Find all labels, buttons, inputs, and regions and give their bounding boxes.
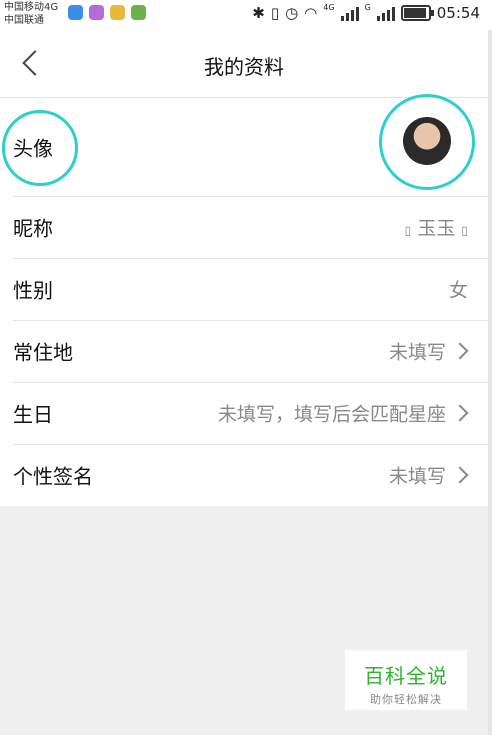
avatar-label: 头像 [13, 136, 53, 161]
nickname-label: 昵称 [13, 216, 53, 241]
carrier-info: 中国移动4G 中国联通 [4, 1, 58, 27]
alarm-icon: ◷ [285, 4, 299, 22]
vibrate-icon: ▯ [270, 4, 280, 22]
network-type-1: 4G [323, 2, 335, 12]
battery-fill [403, 8, 426, 18]
watermark-subtitle: 助你轻松解决 [370, 693, 442, 706]
clock: 05:54 [436, 4, 480, 22]
birthday-value: 未填写，填写后会匹配星座 [217, 403, 446, 426]
bluetooth-icon: ✱ [252, 4, 265, 22]
pinwheel-app-icon [110, 5, 125, 20]
residence-label: 常住地 [13, 340, 73, 365]
birthday-label: 生日 [13, 402, 53, 427]
gender-label: 性别 [13, 278, 53, 303]
wifi-icon: ◠ [304, 4, 318, 22]
battery-icon [400, 5, 434, 21]
notification-icons [68, 5, 146, 20]
network-type-2: G [364, 2, 371, 12]
nickname-value: ▯ 玉玉 ▯ [405, 214, 468, 241]
nickname-row[interactable]: 昵称 ▯ 玉玉 ▯ [0, 196, 488, 258]
signature-label: 个性签名 [13, 464, 93, 489]
chevron-right-icon [451, 466, 469, 484]
gallery-app-icon [89, 5, 104, 20]
avatar[interactable] [403, 117, 451, 165]
watermark-title: 百科全说 [364, 664, 448, 688]
gender-row[interactable]: 性别 女 [0, 258, 488, 320]
signal-icon [340, 5, 359, 21]
chevron-right-icon [451, 342, 469, 360]
nickname-text: 玉玉 [417, 217, 456, 240]
residence-value: 未填写 [388, 341, 446, 364]
header: 我的资料 [0, 30, 488, 98]
signature-row[interactable]: 个性签名 未填写 [0, 444, 488, 506]
birthday-row[interactable]: 生日 未填写，填写后会匹配星座 [0, 382, 488, 444]
avatar-row[interactable]: 头像 [0, 94, 488, 196]
status-indicators: ✱ ▯ ◷ ◠ 4G G 05:54 [252, 2, 480, 23]
gender-value: 女 [448, 279, 468, 302]
carrier-2: 中国联通 [4, 15, 44, 26]
emoji-placeholder-icon: ▯ [461, 223, 468, 238]
chevron-right-icon [451, 404, 469, 422]
moon-app-icon [68, 5, 83, 20]
carrier-1: 中国移动4G [4, 2, 59, 13]
residence-row[interactable]: 常住地 未填写 [0, 320, 488, 382]
emoji-placeholder-icon: ▯ [404, 223, 412, 238]
signal-icon-2 [376, 5, 395, 21]
signature-value: 未填写 [388, 465, 446, 488]
edge-divider [488, 30, 492, 735]
watermark-logo: 百科全说 助你轻松解决 [345, 650, 467, 710]
page-title: 我的资料 [204, 55, 284, 79]
status-bar: 中国移动4G 中国联通 ✱ ▯ ◷ ◠ 4G G 05:54 [0, 0, 492, 30]
profile-list: 头像 昵称 ▯ 玉玉 ▯ 性别 女 常住地 未填写 生日 未填写，填写后会匹配星… [0, 94, 488, 506]
frog-app-icon [131, 5, 146, 20]
